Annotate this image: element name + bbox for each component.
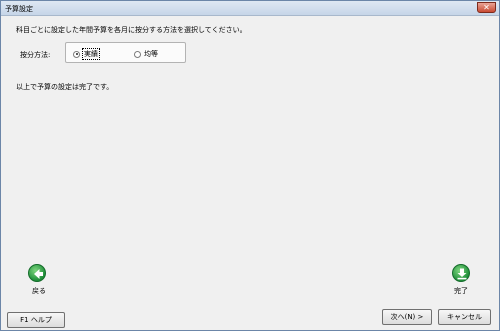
next-button[interactable]: 次へ(N) >: [382, 309, 432, 325]
radio-button-checked[interactable]: [73, 50, 80, 58]
complete-message: 以上で予算の設定は完了です。: [16, 83, 114, 91]
radio-button-unchecked[interactable]: [134, 50, 141, 58]
radio-actual[interactable]: 実績: [73, 48, 100, 60]
radio-actual-label[interactable]: 実績: [82, 48, 100, 60]
method-group: 実績 均等: [65, 42, 186, 63]
method-label: 按分方法:: [20, 51, 51, 59]
close-button[interactable]: ✕: [477, 2, 496, 13]
finish-label[interactable]: 完了: [454, 286, 468, 296]
radio-even-label[interactable]: 均等: [144, 49, 158, 59]
window-title: 予算設定: [5, 5, 33, 13]
help-button[interactable]: F1 ヘルプ: [7, 312, 65, 328]
close-icon: ✕: [483, 3, 490, 12]
back-label[interactable]: 戻る: [32, 286, 46, 296]
download-arrow-icon[interactable]: [452, 264, 470, 282]
left-arrow-icon[interactable]: [28, 264, 46, 282]
budget-settings-window: 予算設定 ✕ 科目ごとに設定した年間予算を各月に按分する方法を選択してください。…: [0, 0, 500, 331]
title-bar: 予算設定 ✕: [1, 1, 499, 16]
instruction-text: 科目ごとに設定した年間予算を各月に按分する方法を選択してください。: [16, 26, 247, 34]
radio-even[interactable]: 均等: [134, 49, 158, 59]
cancel-button[interactable]: キャンセル: [438, 309, 491, 325]
